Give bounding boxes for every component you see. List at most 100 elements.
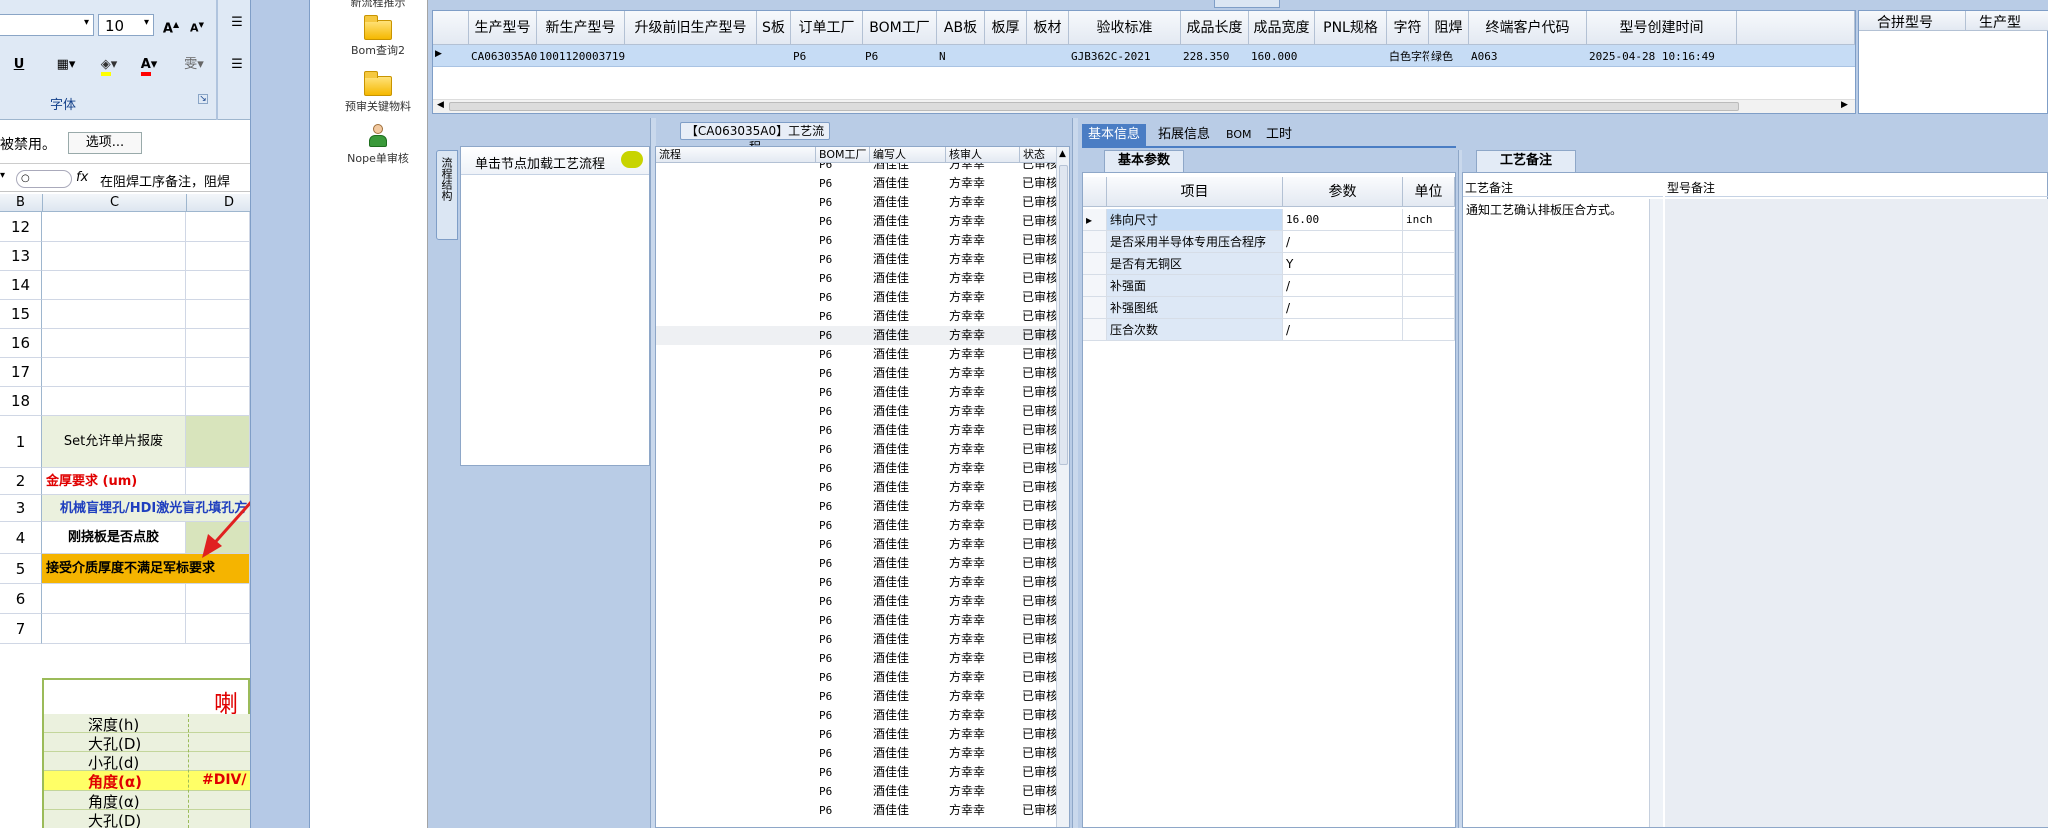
tree-row[interactable]: 烘板P6酒佳佳方幸幸已审核 bbox=[656, 554, 1060, 573]
tree-row[interactable]: −沉铜P6酒佳佳方幸幸已审核 bbox=[656, 516, 1060, 535]
sheet-cell[interactable] bbox=[42, 300, 186, 329]
param-value[interactable]: / bbox=[1283, 231, 1403, 253]
row-header[interactable]: 7 bbox=[0, 614, 42, 644]
grid-header[interactable]: 阻焊 bbox=[1429, 11, 1469, 45]
sheet-cell[interactable] bbox=[186, 614, 250, 644]
row-header[interactable]: 12 bbox=[0, 212, 42, 242]
grid-cell[interactable]: CA063035A0 bbox=[469, 47, 537, 67]
sheet-cell[interactable] bbox=[42, 212, 186, 242]
tree-row[interactable]: 打字唛P6酒佳佳方幸幸已审核 bbox=[656, 383, 1060, 402]
param-value[interactable]: Y bbox=[1283, 253, 1403, 275]
underline-button[interactable]: U bbox=[10, 54, 28, 76]
sheet-cell[interactable]: Set允许单片报废 bbox=[42, 416, 186, 468]
sheet-cell[interactable] bbox=[186, 358, 250, 387]
model-note-textarea[interactable] bbox=[1665, 199, 2048, 827]
param-row[interactable]: 补强面 / bbox=[1083, 275, 1455, 297]
grid-cell[interactable] bbox=[1027, 47, 1069, 67]
tree-row[interactable]: 预排P6酒佳佳方幸幸已审核 bbox=[656, 288, 1060, 307]
grid-header[interactable]: 终端客户代码 bbox=[1469, 11, 1587, 45]
sheet-cell[interactable]: 金厚要求 (um) bbox=[42, 468, 186, 495]
sheet-cell[interactable] bbox=[186, 329, 250, 358]
tree-row[interactable]: 去毛刺P6酒佳佳方幸幸已审核 bbox=[656, 535, 1060, 554]
scroll-up-icon[interactable]: ▲ bbox=[1059, 149, 1066, 159]
tab-process-notes[interactable]: 工艺备注 bbox=[1476, 150, 1576, 172]
grid-header[interactable]: 成品长度 bbox=[1181, 11, 1249, 45]
calc-table-title-cell[interactable]: 喇 bbox=[42, 678, 250, 718]
splitter[interactable] bbox=[1072, 118, 1078, 828]
sheet-cell[interactable]: 刚挠板是否点胶 bbox=[42, 522, 186, 554]
grid-header[interactable]: 升级前旧生产型号 bbox=[625, 11, 757, 45]
grid-header[interactable]: 板材 bbox=[1027, 11, 1069, 45]
grow-font-icon[interactable]: A▲ bbox=[160, 14, 182, 40]
tree-row[interactable]: 排板P6酒佳佳方幸幸已审核 bbox=[656, 307, 1060, 326]
row-header[interactable]: 1 bbox=[0, 416, 42, 468]
tree-row[interactable]: 烘板P6酒佳佳方幸幸已审核 bbox=[656, 250, 1060, 269]
tree-row[interactable]: −树脂塞孔P6酒佳佳方幸幸已审核 bbox=[656, 687, 1060, 706]
param-row[interactable]: ▸ 纬向尺寸 16.00 inch bbox=[1083, 209, 1455, 231]
grid-cell[interactable]: 2025-04-28 10:16:49 bbox=[1587, 47, 1737, 67]
sheet-cell[interactable] bbox=[186, 584, 250, 614]
hint-bar[interactable]: 单击节点加载工艺流程 bbox=[461, 147, 649, 175]
grid-header[interactable]: 新生产型号 bbox=[537, 11, 625, 45]
tree-row[interactable]: 烘板P6酒佳佳方幸幸已审核 bbox=[656, 706, 1060, 725]
tree-row[interactable]: 选择性树脂…P6酒佳佳方幸幸已审核 bbox=[656, 725, 1060, 744]
param-col-header[interactable]: 参数 bbox=[1283, 177, 1403, 207]
sheet-cell[interactable] bbox=[186, 300, 250, 329]
vertical-scrollbar[interactable]: ▲ bbox=[1056, 147, 1069, 827]
calc-row[interactable]: 深度(h) bbox=[44, 714, 250, 734]
sheet-cell[interactable] bbox=[42, 271, 186, 300]
param-col-header[interactable]: 项目 bbox=[1107, 177, 1283, 207]
param-row[interactable]: 是否采用半导体专用压合程序 / bbox=[1083, 231, 1455, 253]
grid-header[interactable]: AB板 bbox=[937, 11, 985, 45]
tree-row[interactable]: −层压P6酒佳佳方幸幸已审核 bbox=[656, 269, 1060, 288]
grid-cell[interactable]: 白色字符 bbox=[1387, 47, 1429, 67]
tree-col-header[interactable]: 状态 bbox=[1020, 147, 1060, 163]
calc-row[interactable]: 大孔(D) bbox=[44, 733, 250, 753]
phonetic-button[interactable]: 雯▾ bbox=[176, 54, 212, 76]
options-button[interactable]: 选项... bbox=[68, 132, 142, 154]
tree-row[interactable]: 压合P6酒佳佳方幸幸已审核 bbox=[656, 326, 1060, 345]
scroll-left-icon[interactable]: ◀ bbox=[437, 100, 444, 110]
grid-cell[interactable]: 10011200037199 bbox=[537, 47, 625, 67]
tree-row[interactable]: 铝片钻孔P6酒佳佳方幸幸已审核 bbox=[656, 478, 1060, 497]
tree-row[interactable]: 终固化P6酒佳佳方幸幸已审核 bbox=[656, 744, 1060, 763]
tree-row[interactable]: 烘板P6酒佳佳方幸幸已审核 bbox=[656, 402, 1060, 421]
tree-row[interactable]: 冲孔P6酒佳佳方幸幸已审核 bbox=[656, 174, 1060, 193]
row-header[interactable]: 14 bbox=[0, 271, 42, 300]
row-header[interactable]: 17 bbox=[0, 358, 42, 387]
param-row[interactable]: 是否有无铜区 Y bbox=[1083, 253, 1455, 275]
scrollbar-thumb[interactable] bbox=[1059, 165, 1068, 465]
grid-cell[interactable] bbox=[1315, 47, 1387, 67]
grid-cell[interactable]: 绿色 bbox=[1429, 47, 1469, 67]
launcher-item[interactable]: 新流程推示 bbox=[318, 0, 438, 10]
tree-row[interactable]: −电镀P6酒佳佳方幸幸已审核 bbox=[656, 611, 1060, 630]
tab-bom[interactable]: BOM bbox=[1220, 124, 1258, 146]
grid-header[interactable]: 成品宽度 bbox=[1249, 11, 1315, 45]
calc-row[interactable]: 角度(α) bbox=[44, 791, 250, 811]
grid-header[interactable]: S板 bbox=[757, 11, 791, 45]
row-header[interactable]: 18 bbox=[0, 387, 42, 416]
tree-row[interactable]: −钻孔P6酒佳佳方幸幸已审核 bbox=[656, 459, 1060, 478]
font-name-dropdown[interactable]: ▾ bbox=[0, 14, 94, 36]
formula-zoom-icon[interactable]: ○ bbox=[16, 170, 72, 188]
calc-row[interactable]: 角度(α) #DIV/ bbox=[44, 771, 250, 791]
launcher-item-nope-review[interactable]: Nope单审核 bbox=[318, 124, 438, 166]
tree-col-header[interactable]: BOM工厂 bbox=[816, 147, 870, 163]
font-color-button[interactable]: A▾ bbox=[130, 54, 168, 76]
vertical-scrollbar[interactable] bbox=[1649, 199, 1663, 827]
tree-row[interactable]: −棕化P6酒佳佳方幸幸已审核 bbox=[656, 212, 1060, 231]
tree-row[interactable]: 陶瓷磨板P6酒佳佳方幸幸已审核 bbox=[656, 782, 1060, 801]
grid-cell[interactable]: A063 bbox=[1469, 47, 1587, 67]
tree-row[interactable]: 负片电镀P6酒佳佳方幸幸已审核 bbox=[656, 630, 1060, 649]
font-size-dropdown[interactable]: 10 ▾ bbox=[98, 14, 154, 36]
tree-row[interactable]: 沉铜P6酒佳佳方幸幸已审核 bbox=[656, 592, 1060, 611]
launcher-item-key-material[interactable]: 预审关键物料 bbox=[318, 71, 438, 114]
grid-header[interactable]: 验收标准 bbox=[1069, 11, 1181, 45]
sheet-cell[interactable] bbox=[42, 614, 186, 644]
tree-row[interactable]: 抛光P6酒佳佳方幸幸已审核 bbox=[656, 801, 1060, 820]
sheet-cell[interactable] bbox=[186, 387, 250, 416]
scrollbar-thumb[interactable] bbox=[449, 102, 1739, 111]
fx-icon[interactable]: fx bbox=[76, 170, 88, 185]
border-button[interactable]: ▦▾ bbox=[48, 54, 84, 76]
tree-col-header[interactable]: 流程 bbox=[656, 147, 816, 163]
